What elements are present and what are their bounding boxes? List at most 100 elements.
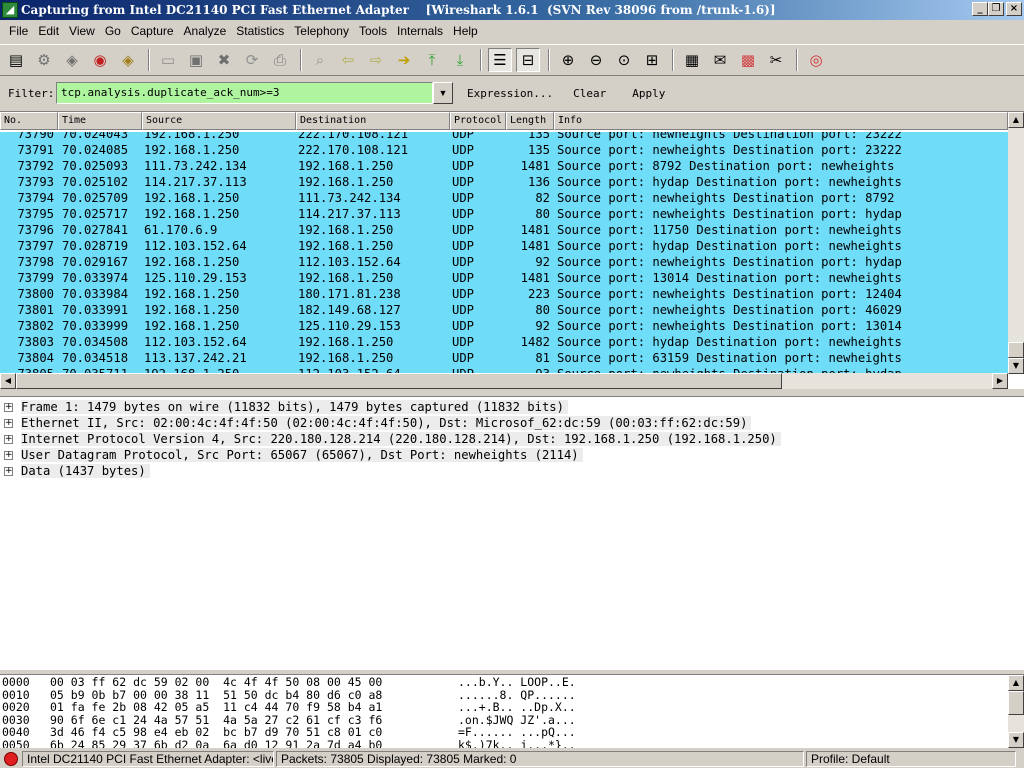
save-file-icon[interactable]: ▣	[184, 48, 208, 72]
bytes-vscroll[interactable]: ▲ ▼	[1008, 675, 1024, 748]
column-info[interactable]: Info	[554, 112, 1008, 130]
detail-data[interactable]: + Data (1437 bytes)	[4, 463, 1024, 479]
close-button[interactable]: ×	[1006, 2, 1022, 16]
find-packet-icon[interactable]: ⌕	[308, 48, 332, 72]
table-row[interactable]: 73797 70.028719 112.103.152.64 192.168.1.25…	[0, 238, 1008, 254]
hex-row[interactable]: 0000 00 03 ff 62 dc 59 02 00 4c 4f 4f 50 …	[2, 676, 1024, 689]
table-row[interactable]: 73791 70.024085 192.168.1.250 222.170.108.1…	[0, 142, 1008, 158]
colorize-icon[interactable]: ☰	[488, 48, 512, 72]
table-row-partial[interactable]: 73790 70.024043 192.168.1.250 222.170.108.1…	[0, 132, 1008, 142]
expert-info-icon[interactable]	[4, 752, 18, 766]
menu-view[interactable]: View	[64, 24, 100, 38]
apply-button[interactable]: Apply	[632, 87, 665, 100]
menu-capture[interactable]: Capture	[126, 24, 179, 38]
coloring-rules-icon[interactable]: ▩	[736, 48, 760, 72]
auto-scroll-icon[interactable]: ⊟	[516, 48, 540, 72]
scroll-left-icon[interactable]: ◀	[0, 373, 16, 389]
packet-list-vscroll[interactable]: ▲ ▼	[1008, 112, 1024, 374]
table-row[interactable]: 73800 70.033984 192.168.1.250 180.171.81.23…	[0, 286, 1008, 302]
stop-capture-icon[interactable]: ◉	[88, 48, 112, 72]
menu-telephony[interactable]: Telephony	[289, 24, 354, 38]
go-first-packet-icon[interactable]: ⤒	[420, 48, 444, 72]
table-row[interactable]: 73796 70.027841 61.170.6.9 192.168.1.250 UDP…	[0, 222, 1008, 238]
expand-icon[interactable]: +	[4, 450, 13, 460]
scroll-up-icon[interactable]: ▲	[1008, 675, 1024, 691]
table-row[interactable]: 73792 70.025093 111.73.242.134 192.168.1.25…	[0, 158, 1008, 174]
table-row[interactable]: 73793 70.025102 114.217.37.113 192.168.1.25…	[0, 174, 1008, 190]
packet-destination: 111.73.242.134	[298, 191, 401, 205]
preferences-icon[interactable]: ✂	[764, 48, 788, 72]
close-file-icon[interactable]: ✖	[212, 48, 236, 72]
start-capture-icon[interactable]: ◈	[60, 48, 84, 72]
reload-icon[interactable]: ⟳	[240, 48, 264, 72]
packet-source: 111.73.242.134	[144, 159, 247, 173]
expand-icon[interactable]: +	[4, 434, 13, 444]
packet-time: 70.033984	[62, 287, 129, 301]
menu-help[interactable]: Help	[448, 24, 483, 38]
detail-ip[interactable]: + Internet Protocol Version 4, Src: 220.…	[4, 431, 1024, 447]
menu-statistics[interactable]: Statistics	[231, 24, 289, 38]
column-time[interactable]: Time	[58, 112, 142, 130]
expand-icon[interactable]: +	[4, 466, 13, 476]
resize-columns-icon[interactable]: ⊞	[640, 48, 664, 72]
expand-icon[interactable]: +	[4, 402, 13, 412]
expression-button[interactable]: Expression...	[467, 87, 553, 100]
expand-icon[interactable]: +	[4, 418, 13, 428]
minimize-button[interactable]: _	[972, 2, 988, 16]
go-back-icon[interactable]: ⇦	[336, 48, 360, 72]
packet-destination: 180.171.81.238	[298, 287, 401, 301]
maximize-button[interactable]: ❐	[988, 2, 1004, 16]
open-file-icon[interactable]: ▭	[156, 48, 180, 72]
filter-dropdown-button[interactable]: ▼	[433, 82, 453, 104]
zoom-in-icon[interactable]: ⊕	[556, 48, 580, 72]
detail-udp[interactable]: + User Datagram Protocol, Src Port: 6506…	[4, 447, 1024, 463]
table-row[interactable]: 73803 70.034508 112.103.152.64 192.168.1.25…	[0, 334, 1008, 350]
table-row[interactable]: 73802 70.033999 192.168.1.250 125.110.29.15…	[0, 318, 1008, 334]
packet-list-hscroll[interactable]: ◀ ▶	[0, 373, 1008, 389]
table-row[interactable]: 73794 70.025709 192.168.1.250 111.73.242.13…	[0, 190, 1008, 206]
normal-size-icon[interactable]: ⊙	[612, 48, 636, 72]
capture-options-icon[interactable]: ⚙	[32, 48, 56, 72]
menu-tools[interactable]: Tools	[354, 24, 392, 38]
clear-button[interactable]: Clear	[573, 87, 606, 100]
display-filter-input[interactable]: tcp.analysis.duplicate_ack_num>=3	[56, 82, 433, 104]
detail-frame[interactable]: + Frame 1: 1479 bytes on wire (11832 bit…	[4, 399, 1024, 415]
table-row[interactable]: 73801 70.033991 192.168.1.250 182.149.68.12…	[0, 302, 1008, 318]
table-row[interactable]: 73795 70.025717 192.168.1.250 114.217.37.11…	[0, 206, 1008, 222]
column-no[interactable]: No.	[0, 112, 58, 130]
hex-row[interactable]: 0040 3d 46 f4 c5 98 e4 eb 02 bc b7 d9 70 …	[2, 726, 1024, 739]
packet-list-vscroll-thumb[interactable]	[1008, 342, 1024, 358]
menu-internals[interactable]: Internals	[392, 24, 448, 38]
print-icon[interactable]: ⎙	[268, 48, 292, 72]
hex-row[interactable]: 0020 01 fa fe 2b 08 42 05 a5 11 c4 44 70 …	[2, 701, 1024, 714]
table-row[interactable]: 73799 70.033974 125.110.29.153 192.168.1.25…	[0, 270, 1008, 286]
column-length[interactable]: Length	[506, 112, 554, 130]
column-source[interactable]: Source	[142, 112, 296, 130]
menu-file[interactable]: File	[4, 24, 33, 38]
help-icon[interactable]: ◎	[804, 48, 828, 72]
restart-capture-icon[interactable]: ◈	[116, 48, 140, 72]
table-row[interactable]: 73804 70.034518 113.137.242.21 192.168.1.25…	[0, 350, 1008, 366]
column-destination[interactable]: Destination	[296, 112, 450, 130]
scroll-down-icon[interactable]: ▼	[1008, 358, 1024, 374]
capture-filters-icon[interactable]: ▦	[680, 48, 704, 72]
status-profile[interactable]: Profile: Default	[806, 751, 1016, 767]
go-last-packet-icon[interactable]: ⤓	[448, 48, 472, 72]
menu-edit[interactable]: Edit	[33, 24, 64, 38]
packet-list-hscroll-thumb[interactable]	[16, 373, 782, 389]
menu-go[interactable]: Go	[100, 24, 126, 38]
menu-analyze[interactable]: Analyze	[179, 24, 232, 38]
scroll-right-icon[interactable]: ▶	[992, 373, 1008, 389]
table-row[interactable]: 73798 70.029167 192.168.1.250 112.103.152.6…	[0, 254, 1008, 270]
go-forward-icon[interactable]: ⇨	[364, 48, 388, 72]
display-filters-icon[interactable]: ✉	[708, 48, 732, 72]
scroll-up-icon[interactable]: ▲	[1008, 112, 1024, 128]
zoom-out-icon[interactable]: ⊖	[584, 48, 608, 72]
scroll-down-icon[interactable]: ▼	[1008, 732, 1024, 748]
column-protocol[interactable]: Protocol	[450, 112, 506, 130]
interfaces-icon[interactable]: ▤	[4, 48, 28, 72]
go-to-packet-icon[interactable]: ➔	[392, 48, 416, 72]
bytes-vscroll-thumb[interactable]	[1008, 691, 1024, 715]
hex-row[interactable]: 0050 6b 24 85 29 37 6b d2 0a 6a d0 12 91 …	[2, 738, 1024, 748]
detail-ethernet[interactable]: + Ethernet II, Src: 02:00:4c:4f:4f:50 (0…	[4, 415, 1024, 431]
